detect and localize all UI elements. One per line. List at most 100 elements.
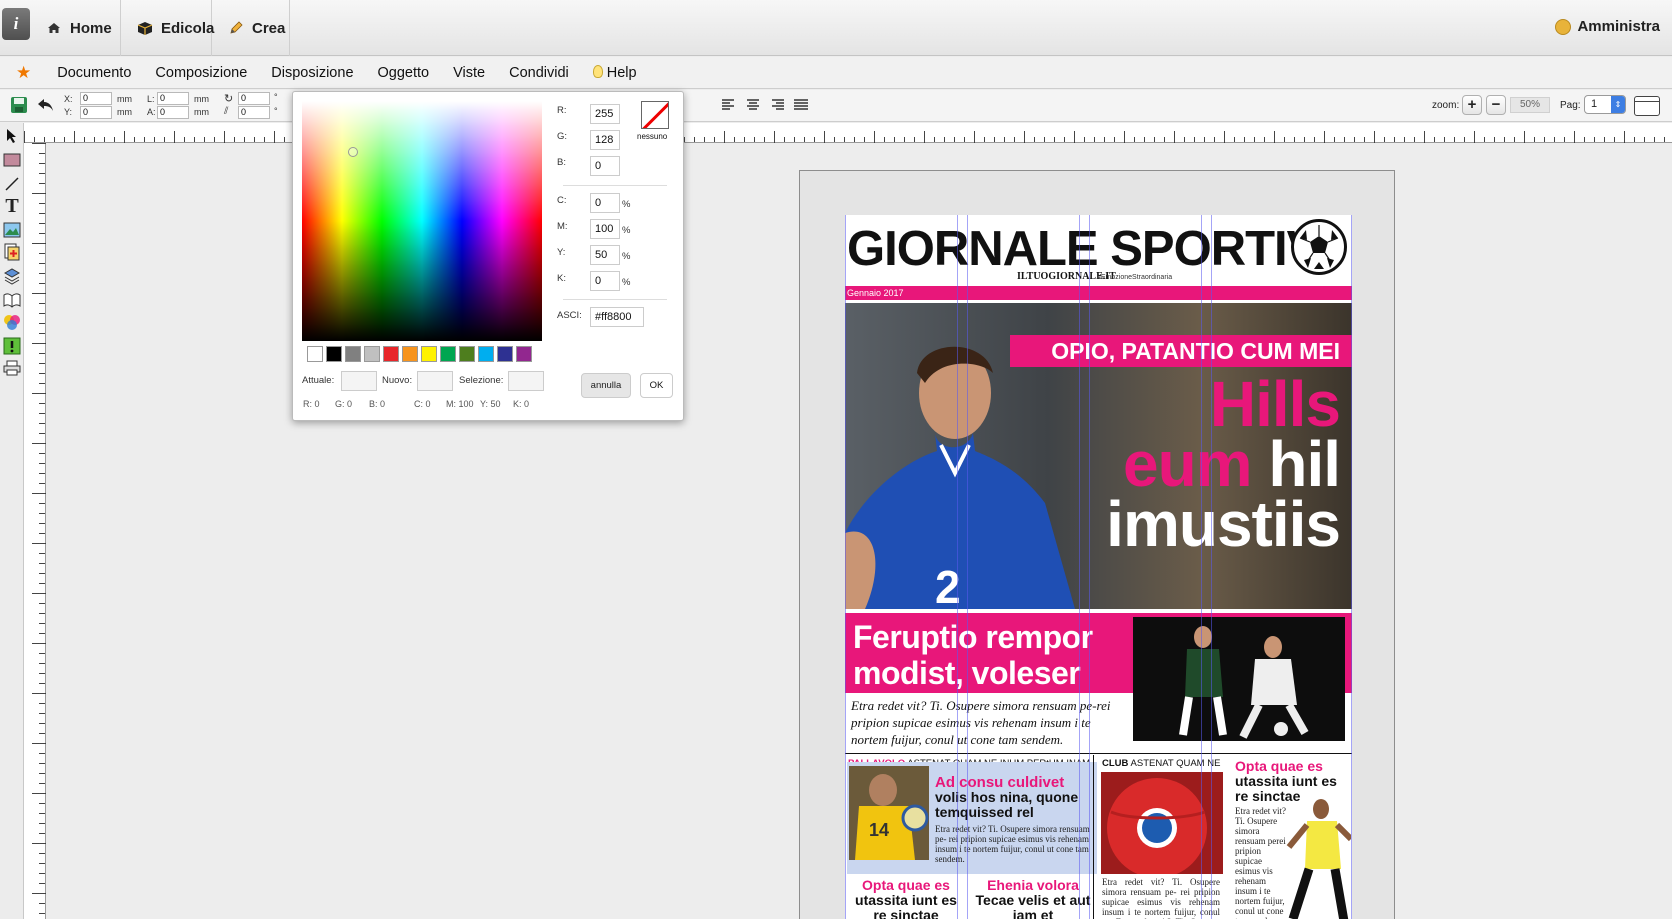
menu-help[interactable]: Help — [592, 64, 637, 81]
ok-button[interactable]: OK — [640, 373, 673, 398]
c-label: C: — [557, 195, 567, 206]
col1b-article[interactable]: Opta quae es utassita iunt es re sinctae — [851, 878, 961, 919]
menu-oggetto[interactable]: Oggetto — [378, 65, 430, 81]
color-spectrum[interactable] — [302, 101, 542, 341]
col2b-article[interactable]: Ehenia volora Tecae velis et aut iam et — [973, 878, 1093, 919]
c-input[interactable]: 0 — [590, 193, 620, 213]
selection-label: Selezione: — [459, 375, 504, 386]
color-swatch[interactable] — [459, 346, 475, 362]
zoom-out-button[interactable]: − — [1486, 95, 1506, 115]
undo-icon[interactable] — [36, 96, 56, 114]
skew-input[interactable]: 0 — [238, 106, 270, 119]
width-input[interactable]: 0 — [157, 92, 189, 105]
page-select[interactable]: 1 ⇕ — [1584, 95, 1626, 114]
user-name: Amministra — [1577, 18, 1660, 35]
tab-crea[interactable]: Crea — [212, 0, 290, 56]
g-input[interactable]: 128 — [590, 130, 620, 150]
add-page-icon[interactable] — [3, 243, 21, 261]
menu-documento[interactable]: Documento — [57, 65, 131, 81]
col1-article-box[interactable]: 14 Ad consu culdivet volis hos nina, quo… — [847, 762, 1097, 874]
color-swatch[interactable] — [440, 346, 456, 362]
r-input[interactable]: 255 — [590, 104, 620, 124]
y-input[interactable]: 50 — [590, 245, 620, 265]
color-swatch[interactable] — [478, 346, 494, 362]
volleyball-photo: 14 — [849, 766, 929, 860]
app-window: { "nav": { "info": "i", "tabs": [ {"labe… — [0, 0, 1672, 919]
pointer-icon[interactable] — [3, 127, 21, 145]
align-right-icon[interactable] — [770, 98, 784, 116]
color-swatch[interactable] — [307, 346, 323, 362]
page-sheet: GIORNALE SPORTIV ILTUOGIORNALE.IT #Emozi… — [799, 170, 1395, 919]
menu-condividi[interactable]: Condividi — [509, 65, 569, 81]
color-swatch[interactable] — [402, 346, 418, 362]
color-swatch[interactable] — [421, 346, 437, 362]
menu-composizione[interactable]: Composizione — [155, 65, 247, 81]
color-icon[interactable] — [3, 313, 21, 331]
rotation-input[interactable]: 0 — [238, 92, 270, 105]
save-icon[interactable] — [10, 96, 28, 114]
avatar-icon — [1555, 18, 1572, 35]
book-icon[interactable] — [3, 291, 21, 309]
print-icon[interactable] — [3, 359, 21, 377]
properties-toolbar: X: 0 mm Y: 0 mm L: 0 mm A: 0 mm ↻ 0 ° ⫽ … — [0, 90, 1672, 122]
rectangle-icon[interactable] — [3, 151, 21, 169]
alert-icon[interactable] — [3, 337, 21, 355]
menu-help-label: Help — [606, 64, 637, 81]
layers-icon[interactable] — [3, 267, 21, 285]
skew-icon: ⫽ — [224, 106, 229, 117]
page-label: Pag: — [1560, 100, 1581, 111]
tab-home[interactable]: Home — [30, 0, 121, 56]
readout-y: Y: 50 — [480, 399, 501, 409]
menu-disposizione[interactable]: Disposizione — [271, 65, 353, 81]
align-left-icon[interactable] — [722, 98, 736, 116]
newspaper-page[interactable]: GIORNALE SPORTIV ILTUOGIORNALE.IT #Emozi… — [845, 215, 1352, 919]
user-menu[interactable]: Amministra — [1555, 18, 1660, 35]
guide-line — [845, 215, 846, 919]
col1b-text: utassita iunt es re sinctae — [855, 892, 957, 919]
b-input[interactable]: 0 — [590, 156, 620, 176]
k-input[interactable]: 0 — [590, 271, 620, 291]
no-color-button[interactable] — [641, 101, 669, 129]
color-swatch[interactable] — [383, 346, 399, 362]
align-center-icon[interactable] — [746, 98, 760, 116]
readout-g: G: 0 — [335, 399, 353, 409]
guide-line — [967, 215, 968, 919]
issue-date: Gennaio 2017 — [847, 288, 904, 298]
col3-text: Etra redet vit? Ti. Osupere simora rensu… — [1102, 877, 1220, 919]
window-icon[interactable] — [1634, 96, 1660, 116]
col1-text: Etra redet vit? Ti. Osupere simora rensu… — [935, 824, 1090, 864]
menu-viste[interactable]: Viste — [453, 65, 485, 81]
spectrum-marker[interactable] — [348, 147, 358, 157]
text-icon[interactable]: T — [3, 195, 21, 217]
color-swatch[interactable] — [364, 346, 380, 362]
color-swatch[interactable] — [497, 346, 513, 362]
hero-photo-block[interactable]: 2 OPIO, PATANTIO CUM MEI Hills eum hil i… — [845, 303, 1352, 609]
y-input[interactable]: 0 — [80, 106, 112, 119]
hex-input[interactable]: #ff8800 — [590, 307, 644, 327]
guide-line — [1351, 215, 1352, 919]
guide-line — [1211, 215, 1212, 919]
color-swatch[interactable] — [326, 346, 342, 362]
masthead[interactable]: GIORNALE SPORTIV ILTUOGIORNALE.IT #Emozi… — [845, 215, 1352, 285]
info-button[interactable]: i — [2, 8, 30, 40]
zoom-in-button[interactable]: + — [1462, 95, 1482, 115]
date-bar: Gennaio 2017 — [845, 286, 1352, 300]
feature-article[interactable]: Feruptio rempor modist, voleser Etra red… — [845, 611, 1352, 747]
readout-k: K: 0 — [513, 399, 530, 409]
soccer-ball-icon — [1291, 219, 1347, 275]
skew-deg: ° — [274, 106, 278, 116]
m-input[interactable]: 100 — [590, 219, 620, 239]
image-icon[interactable] — [3, 221, 21, 239]
tab-edicola[interactable]: Edicola — [121, 0, 214, 56]
align-justify-icon[interactable] — [794, 98, 808, 116]
star-icon[interactable]: ★ — [16, 63, 31, 83]
height-input[interactable]: 0 — [157, 106, 189, 119]
guide-line — [957, 215, 958, 919]
line-icon[interactable] — [3, 175, 21, 193]
x-input[interactable]: 0 — [80, 92, 112, 105]
color-swatch[interactable] — [516, 346, 532, 362]
cancel-button[interactable]: annulla — [581, 373, 631, 398]
color-swatch[interactable] — [345, 346, 361, 362]
selection-color-preview — [508, 371, 544, 391]
lightbulb-icon — [592, 64, 603, 78]
